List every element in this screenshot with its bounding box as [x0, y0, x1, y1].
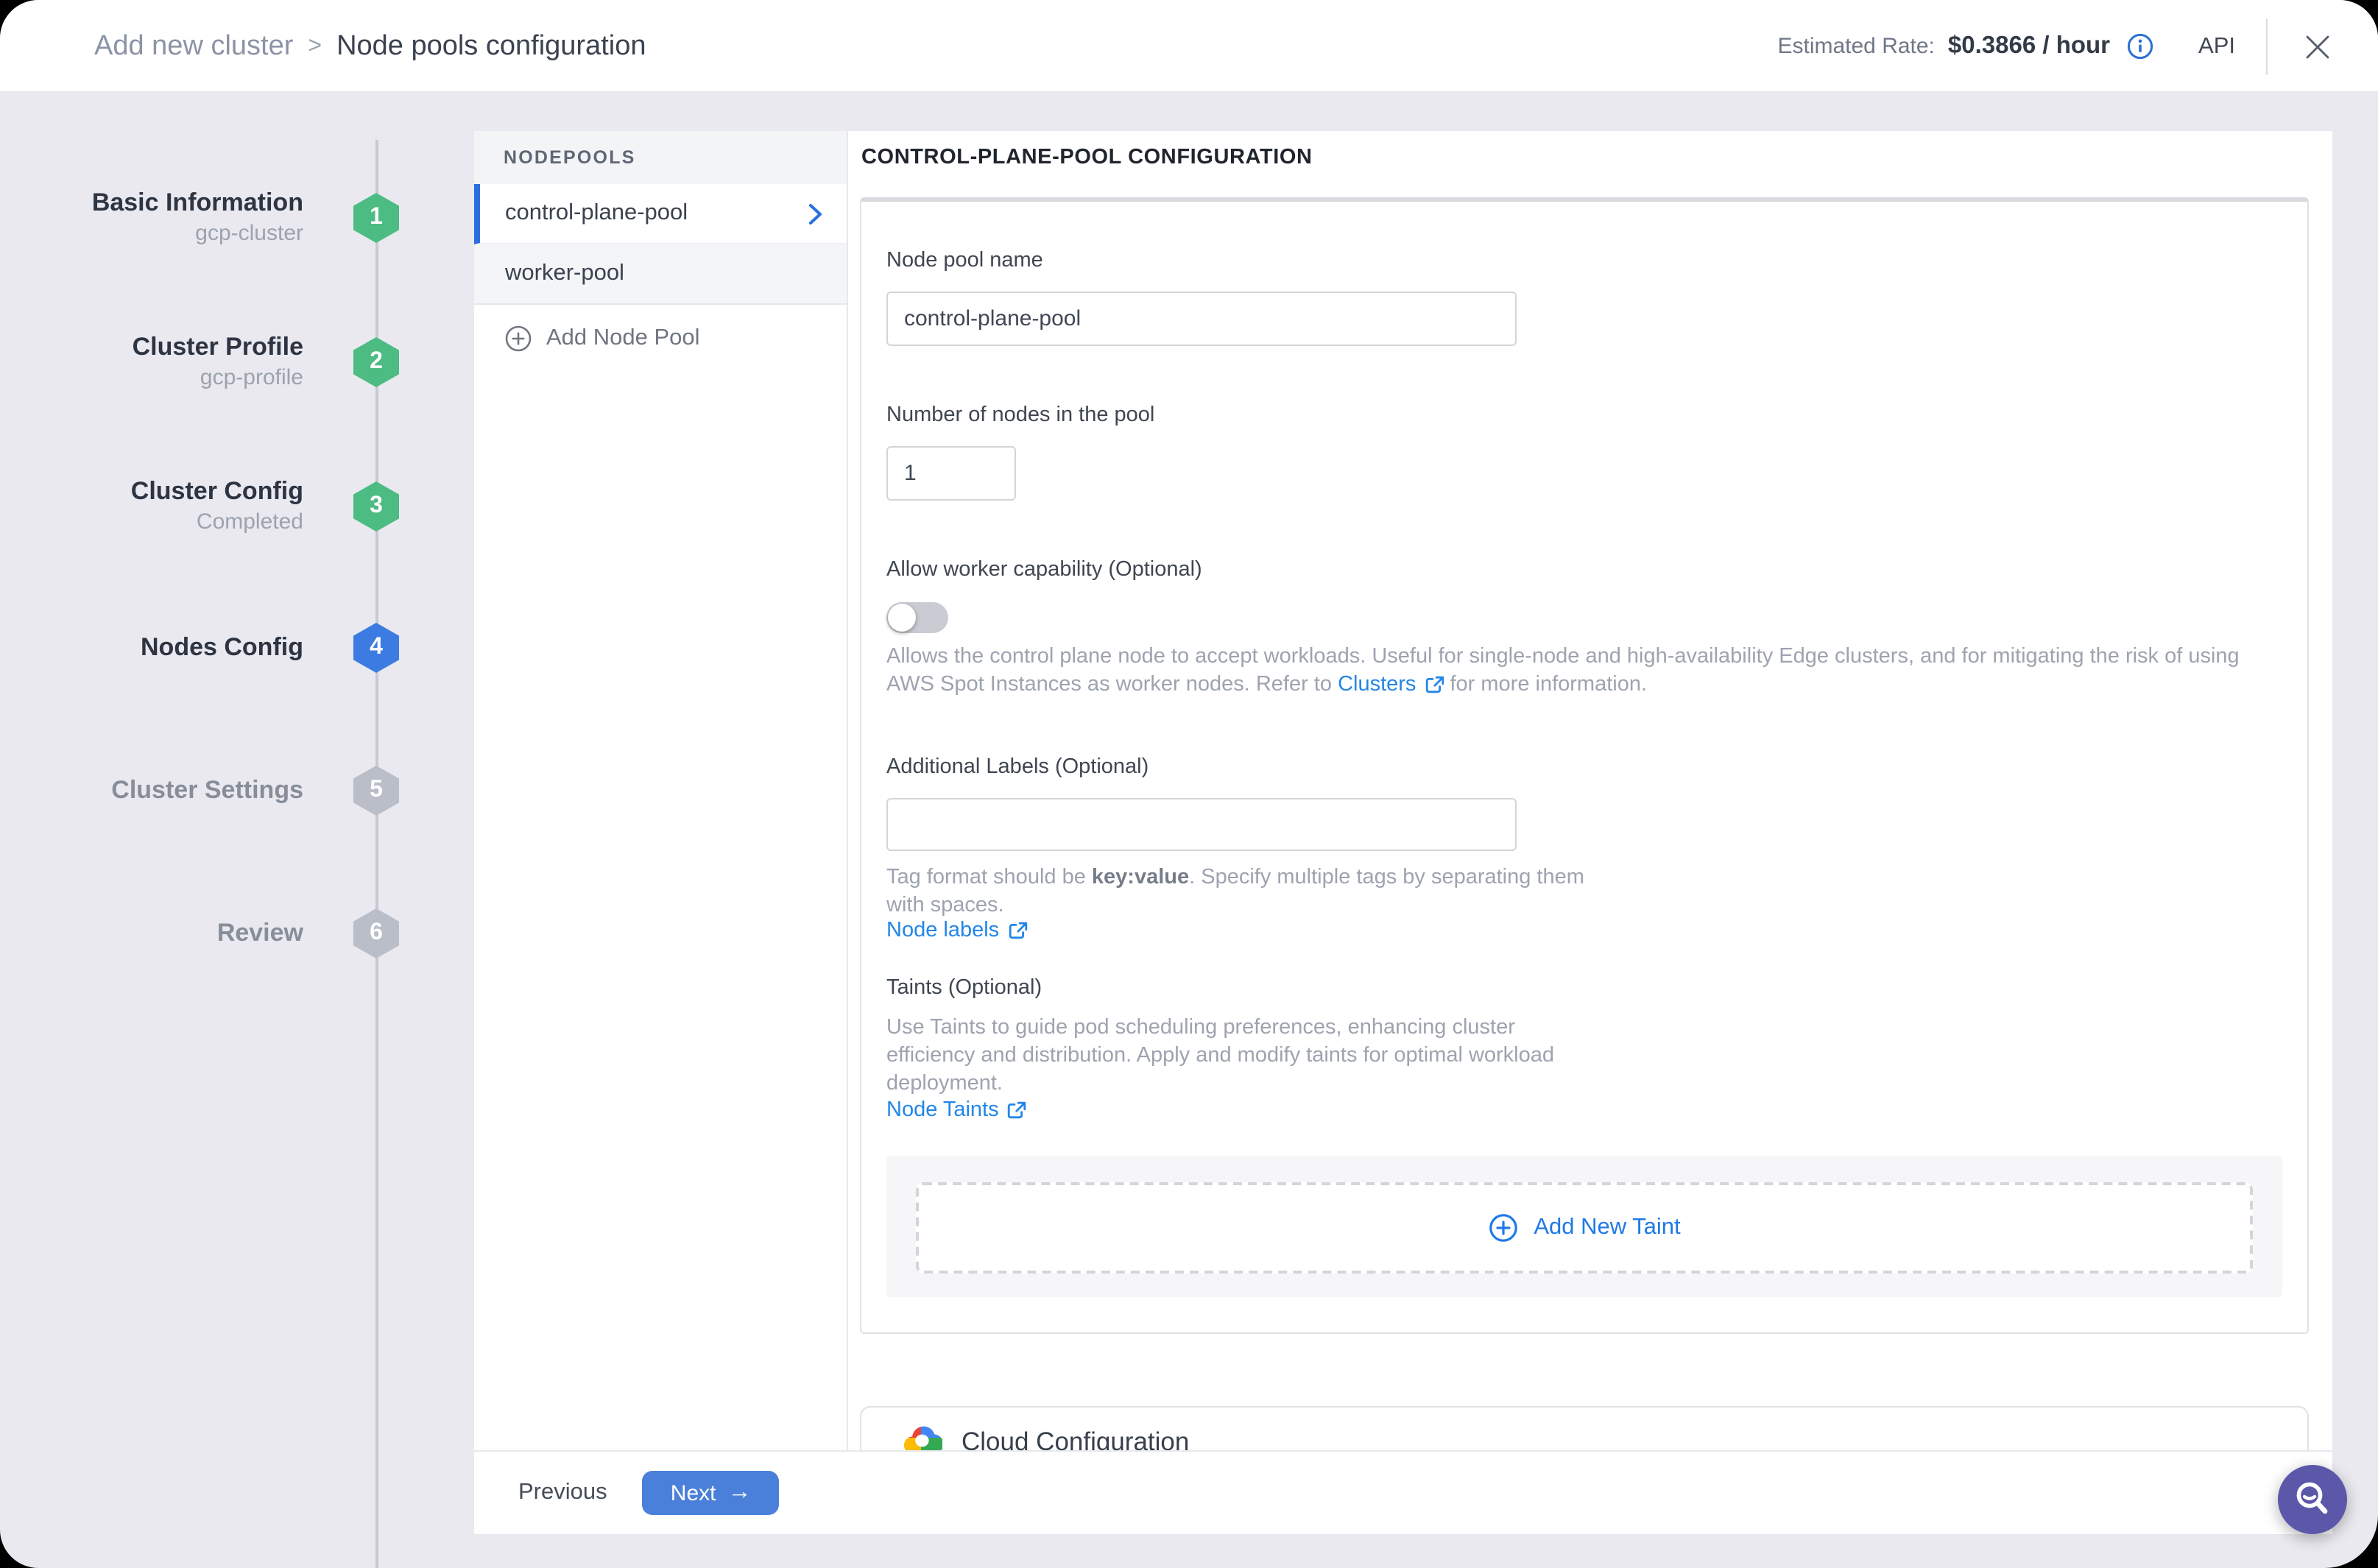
breadcrumb: Add new cluster > Node pools configurati… [94, 0, 646, 93]
plus-circle-icon [505, 325, 532, 352]
step-number-hexagon: 6 [353, 908, 399, 958]
step-number-hexagon: 2 [353, 337, 399, 387]
step-title: Cluster Profile [133, 331, 303, 364]
info-icon[interactable] [2126, 32, 2154, 60]
step-subtitle: gcp-profile [133, 364, 303, 393]
add-cluster-modal: Add new cluster > Node pools configurati… [0, 0, 2378, 1568]
add-new-taint-label: Add New Taint [1534, 1215, 1680, 1241]
node-pool-name-label: Node pool name [886, 249, 1043, 272]
breadcrumb-current-page: Node pools configuration [336, 30, 646, 63]
step-subtitle: Completed [131, 508, 303, 537]
cloud-configuration-card[interactable]: Cloud Configuration [860, 1406, 2309, 1450]
toggle-knob [888, 604, 916, 632]
nodepool-item-control-plane-pool[interactable]: control-plane-pool [474, 184, 847, 244]
modal-header: Add new cluster > Node pools configurati… [0, 0, 2378, 93]
taints-description: Use Taints to guide pod scheduling prefe… [886, 1014, 1576, 1098]
content-panel: NODEPOOLS control-plane-pool worker-pool [474, 131, 2332, 1534]
chevron-right-icon [808, 202, 823, 225]
nodepools-sidebar: NODEPOOLS control-plane-pool worker-pool [474, 131, 848, 1450]
add-node-pool-label: Add Node Pool [546, 325, 700, 352]
pool-config-title: CONTROL-PLANE-POOL CONFIGURATION [861, 146, 1313, 169]
external-link-icon [1008, 1101, 1027, 1120]
step-number-hexagon: 4 [353, 623, 399, 673]
node-taints-link[interactable]: Node Taints [886, 1098, 1027, 1122]
key-value-format: key:value [1092, 866, 1189, 889]
additional-labels-label: Additional Labels (Optional) [886, 755, 1149, 779]
close-icon[interactable] [2298, 27, 2337, 66]
cloud-configuration-title: Cloud Configuration [962, 1424, 1189, 1450]
nodepools-heading: NODEPOOLS [474, 131, 847, 184]
step-number-hexagon: 5 [353, 766, 399, 816]
step-number-hexagon: 1 [353, 193, 399, 243]
api-button[interactable]: API [2198, 33, 2235, 60]
step-title: Nodes Config [141, 632, 303, 664]
additional-labels-input[interactable] [886, 798, 1517, 851]
estimated-rate-label: Estimated Rate: [1777, 34, 1934, 59]
magnifier-smile-icon [2293, 1480, 2332, 1519]
step-title: Basic Information [92, 187, 303, 219]
add-node-pool-button[interactable]: Add Node Pool [474, 305, 847, 372]
header-actions: Estimated Rate: $0.3866 / hour API [1777, 0, 2337, 93]
external-link-icon [1008, 921, 1027, 940]
clusters-link[interactable]: Clusters [1338, 671, 1444, 699]
taints-label: Taints (Optional) [886, 976, 1042, 1000]
nodepool-name: control-plane-pool [505, 200, 688, 227]
next-button[interactable]: Next → [643, 1471, 780, 1515]
step-number-hexagon: 3 [353, 481, 399, 532]
description-text: for more information. [1444, 673, 1647, 696]
google-cloud-icon [901, 1424, 942, 1450]
step-title: Cluster Settings [111, 774, 303, 807]
header-divider [2266, 18, 2268, 74]
arrow-right-icon: → [727, 1481, 751, 1505]
node-labels-link[interactable]: Node labels [886, 919, 1027, 942]
external-link-icon [1425, 676, 1444, 695]
node-count-label: Number of nodes in the pool [886, 403, 1154, 427]
breadcrumb-add-new-cluster[interactable]: Add new cluster [94, 30, 293, 63]
step-subtitle: gcp-cluster [92, 219, 303, 249]
step-title: Cluster Config [131, 476, 303, 508]
previous-button[interactable]: Previous [518, 1480, 607, 1506]
worker-capability-description: Allows the control plane node to accept … [886, 643, 2265, 699]
allow-worker-capability-toggle[interactable] [886, 602, 948, 633]
allow-worker-capability-label: Allow worker capability (Optional) [886, 558, 1202, 582]
nodepool-item-worker-pool[interactable]: worker-pool [474, 244, 847, 305]
node-count-input[interactable] [886, 446, 1016, 501]
taints-container: Add New Taint [886, 1156, 2282, 1297]
node-pool-name-input[interactable] [886, 292, 1517, 346]
labels-help-text: Tag format should be key:value. Specify … [886, 864, 1608, 920]
breadcrumb-separator: > [308, 33, 322, 60]
pool-config-card: Node pool name Number of nodes in the po… [860, 197, 2309, 1334]
pool-config-area: CONTROL-PLANE-POOL CONFIGURATION Node po… [850, 131, 2332, 1450]
help-button[interactable] [2278, 1465, 2347, 1534]
add-new-taint-button[interactable]: Add New Taint [916, 1182, 2253, 1274]
estimated-rate-value: $0.3866 / hour [1948, 32, 2110, 60]
plus-circle-icon [1488, 1213, 1517, 1243]
nodepool-name: worker-pool [505, 261, 624, 287]
wizard-footer: Previous Next → [474, 1450, 2332, 1534]
step-title: Review [217, 917, 303, 950]
app-stage: Add new cluster > Node pools configurati… [0, 0, 2378, 1568]
